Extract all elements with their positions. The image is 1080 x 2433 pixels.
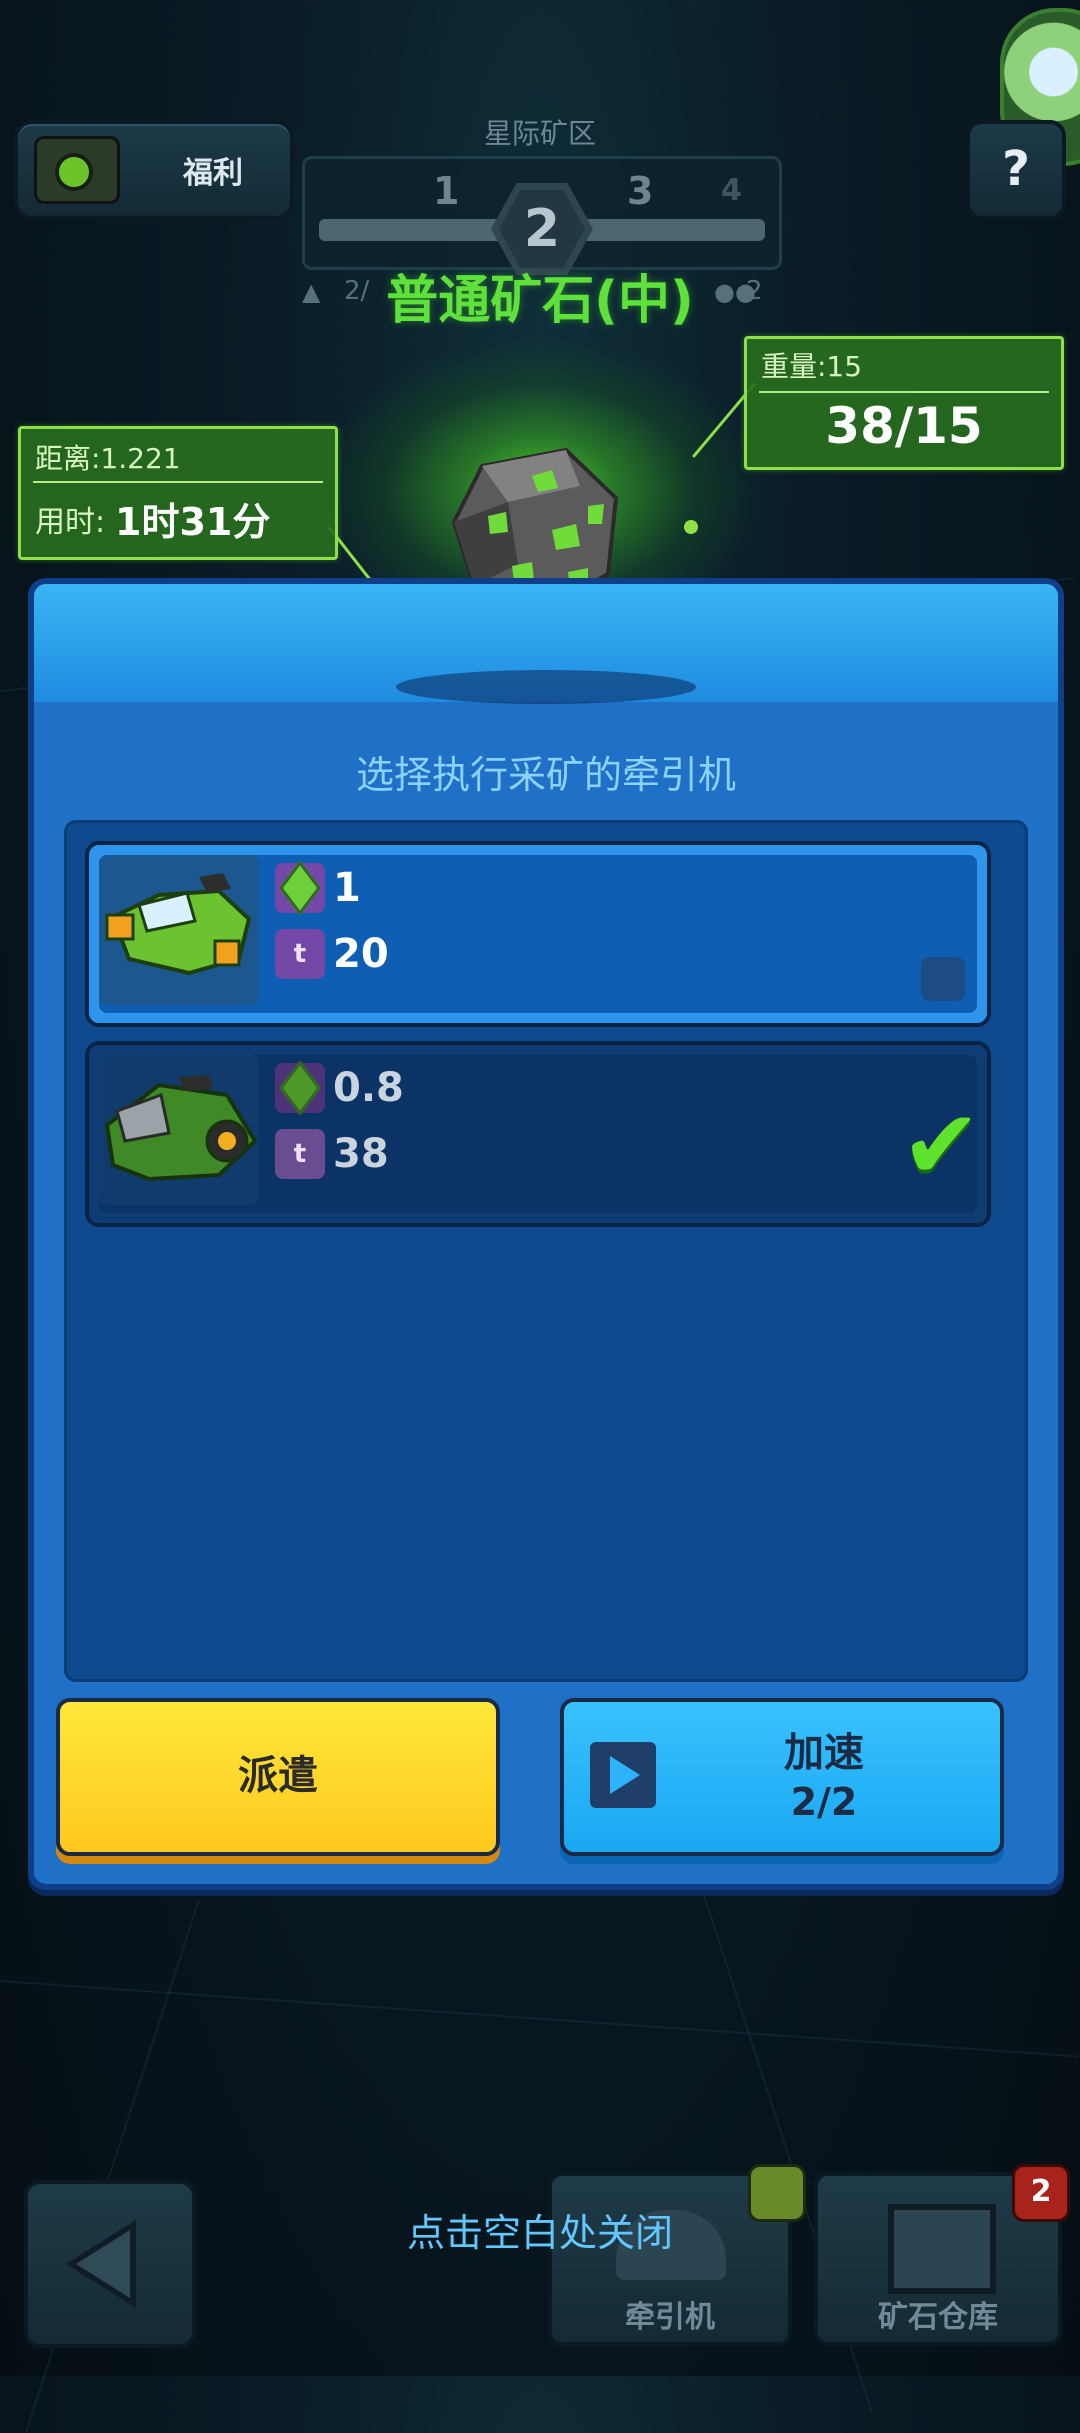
mining-speed-icon <box>275 860 325 916</box>
right-count: 2 <box>746 276 763 306</box>
close-hint[interactable]: 点击空白处关闭 <box>300 2202 780 2257</box>
weight-label: 重量:15 <box>761 350 863 383</box>
zone-title: 星际矿区 <box>483 117 596 150</box>
time-prefix: 用时: <box>35 505 106 540</box>
tractor-speed: 0.8 <box>333 1065 404 1111</box>
tractor-checkbox[interactable] <box>921 957 965 1001</box>
boost-count: 2/2 <box>790 1780 858 1824</box>
tractor-capacity: 20 <box>333 931 389 977</box>
bg-grid-line <box>0 1980 1078 2058</box>
time-value: 1时31分 <box>115 500 271 544</box>
tractor-ship-image <box>99 855 259 1005</box>
selected-check-icon[interactable]: ✔ <box>901 1089 981 1201</box>
welfare-label: 福利 <box>183 156 243 191</box>
tractor-ship-image <box>99 1055 259 1205</box>
tractor-row[interactable]: 1 t 20 <box>85 841 991 1027</box>
ore-title: 普通矿石(中) <box>386 271 694 331</box>
weight-card: 重量:15 38/15 <box>744 336 1064 470</box>
capacity-weight-icon: t <box>275 929 325 979</box>
distance-time-card: 距离:1.221 用时: 1时31分 <box>18 426 338 560</box>
panel-subtitle: 选择执行采矿的牵引机 <box>355 753 736 797</box>
capacity-weight-icon: t <box>275 1129 325 1179</box>
tractor-list[interactable]: 1 t 20 0.8 t 38 ✔ <box>64 820 1028 1682</box>
bg-grid-line <box>25 1899 200 2433</box>
warehouse-tab-label: 矿石仓库 <box>878 2300 998 2335</box>
ore-shadow <box>396 670 696 704</box>
camera-gift-icon <box>34 136 120 204</box>
tractor-row[interactable]: 0.8 t 38 ✔ <box>85 1041 991 1227</box>
tractor-tab-button[interactable]: 牵引机 <box>548 2164 806 2346</box>
dispatch-button[interactable]: 派遣 <box>56 1698 500 1856</box>
boost-button[interactable]: 加速 2/2 <box>560 1698 1004 1856</box>
weight-leader-dot <box>684 520 698 534</box>
warehouse-tab-badge: 2 <box>1012 2164 1070 2222</box>
level-4: 4 <box>721 173 742 208</box>
level-progress: 1 2 3 4 <box>302 156 782 275</box>
mining-speed-icon <box>275 1060 325 1116</box>
level-3: 3 <box>627 169 654 213</box>
current-level-number: 2 <box>499 190 585 268</box>
weight-value: 38/15 <box>825 397 983 455</box>
warehouse-tab-button[interactable]: 矿石仓库 2 <box>814 2164 1070 2346</box>
back-button[interactable] <box>24 2180 196 2348</box>
tractor-capacity: 38 <box>333 1131 389 1177</box>
welfare-button[interactable]: 福利 <box>14 120 294 220</box>
miner-count-icon: ▲ <box>302 278 321 306</box>
tractor-select-panel: 选择执行采矿的牵引机 1 t 20 0.8 t 38 ✔ 派遣 加速 2/2 <box>28 578 1064 1890</box>
help-button[interactable]: ? <box>966 120 1066 220</box>
crate-icon <box>888 2204 996 2294</box>
level-1: 1 <box>433 169 460 213</box>
play-video-icon <box>590 1742 656 1808</box>
tractor-speed: 1 <box>333 865 361 911</box>
distance-label: 距离:1.221 <box>35 442 181 475</box>
boost-label: 加速 <box>784 1730 864 1776</box>
tractor-tab-label: 牵引机 <box>625 2300 715 2335</box>
